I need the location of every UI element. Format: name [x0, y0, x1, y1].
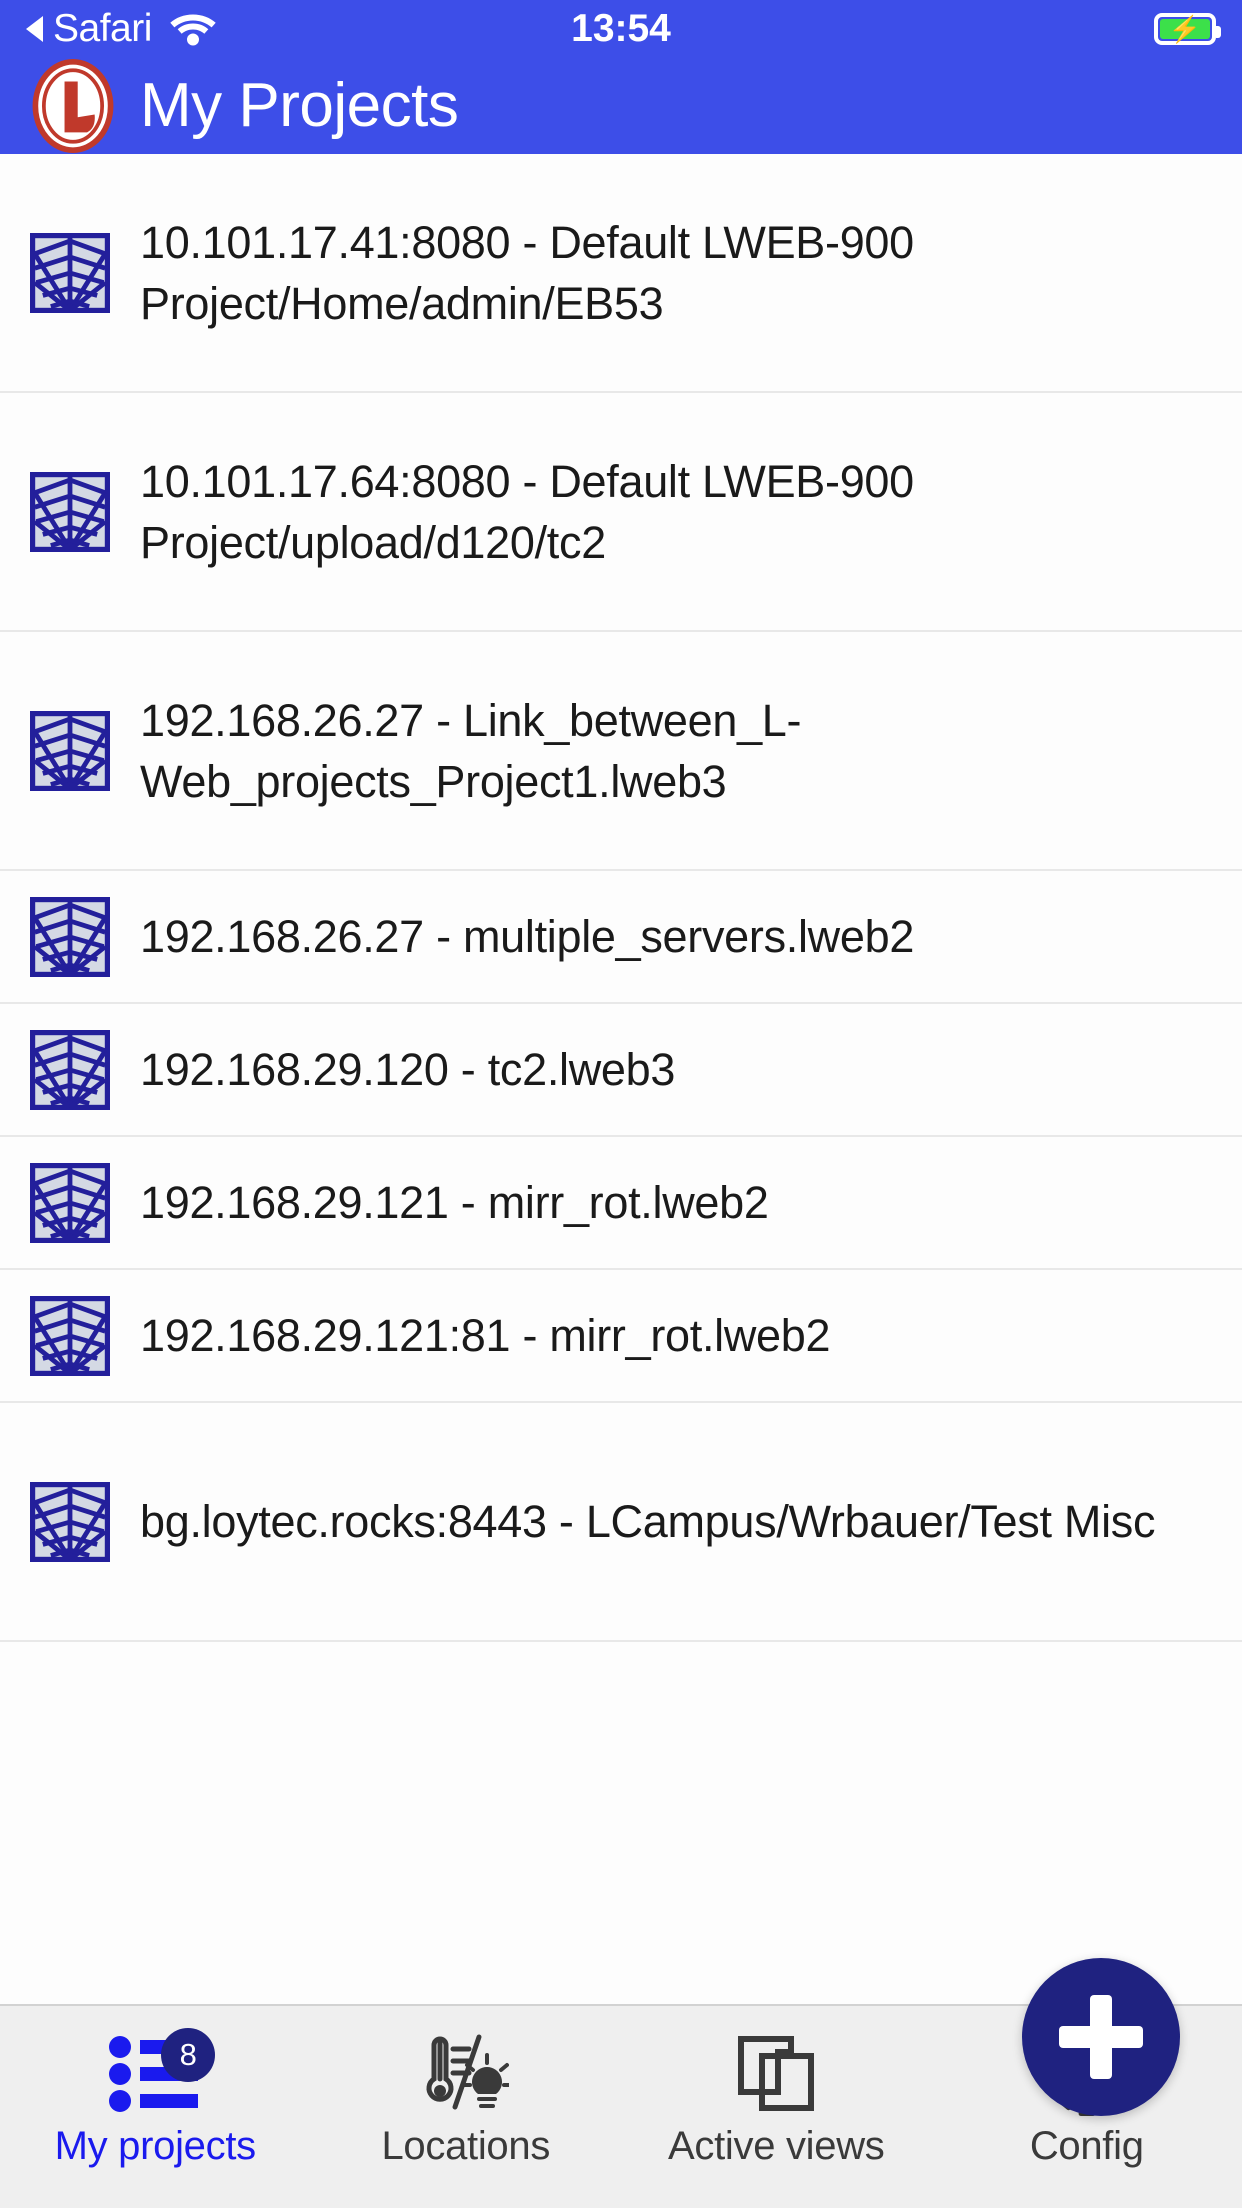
copy-windows-icon	[734, 2032, 818, 2116]
spider-web-project-icon	[30, 472, 110, 552]
list-item[interactable]: bg.loytec.rocks:8443 - LCampus/Wrbauer/T…	[0, 1403, 1242, 1642]
status-bar-back-label: Safari	[53, 7, 152, 50]
list-item[interactable]: 192.168.29.121:81 - mirr_rot.lweb2	[0, 1270, 1242, 1403]
spider-web-project-icon	[30, 1163, 110, 1243]
spider-web-project-icon	[30, 1030, 110, 1110]
list-item-label: 192.168.29.120 - tc2.lweb3	[140, 1044, 676, 1095]
tab-active-views[interactable]: Active views	[621, 2032, 932, 2166]
app-root: Safari 13:54 ⚡ My Projects 10.101.17.41:…	[0, 0, 1242, 2208]
tab-label: Locations	[381, 2124, 551, 2168]
spider-web-project-icon	[30, 711, 110, 791]
projects-list[interactable]: 10.101.17.41:8080 - Default LWEB-900 Pro…	[0, 154, 1242, 2004]
status-bar: Safari 13:54 ⚡	[0, 0, 1242, 58]
spider-web-project-icon	[30, 1482, 110, 1562]
list-item-label: 10.101.17.64:8080 - Default LWEB-900 Pro…	[140, 455, 914, 568]
list-item-label: 192.168.29.121:81 - mirr_rot.lweb2	[140, 1310, 831, 1361]
back-triangle-icon	[26, 16, 43, 42]
list-item-label: 192.168.29.121 - mirr_rot.lweb2	[140, 1177, 769, 1228]
list-item-label: 192.168.26.27 - multiple_servers.lweb2	[140, 911, 915, 962]
list-item[interactable]: 10.101.17.41:8080 - Default LWEB-900 Pro…	[0, 154, 1242, 393]
thermometer-lightbulb-icon	[423, 2032, 509, 2116]
status-badge: 8	[161, 2028, 216, 2082]
list-item-label: bg.loytec.rocks:8443 - LCampus/Wrbauer/T…	[140, 1496, 1156, 1547]
wifi-icon	[170, 12, 216, 46]
add-project-button[interactable]	[1022, 1958, 1180, 2116]
list-item[interactable]: 10.101.17.64:8080 - Default LWEB-900 Pro…	[0, 393, 1242, 632]
tab-label: Active views	[668, 2124, 885, 2168]
list-item-label: 10.101.17.41:8080 - Default LWEB-900 Pro…	[140, 216, 914, 329]
spider-web-project-icon	[30, 1296, 110, 1376]
list-item[interactable]: 192.168.26.27 - multiple_servers.lweb2	[0, 871, 1242, 1004]
plus-icon-vertical	[1090, 1995, 1112, 2079]
bulleted-list-icon: 8	[109, 2028, 216, 2116]
tab-my-projects[interactable]: 8 My projects	[0, 2028, 311, 2168]
nav-bar: My Projects	[0, 58, 1242, 154]
list-item[interactable]: 192.168.29.121 - mirr_rot.lweb2	[0, 1137, 1242, 1270]
list-item[interactable]: 192.168.26.27 - Link_between_L-Web_proje…	[0, 632, 1242, 871]
list-item[interactable]: 192.168.29.120 - tc2.lweb3	[0, 1004, 1242, 1137]
page-title: My Projects	[140, 71, 459, 140]
tab-label: My projects	[54, 2124, 257, 2168]
status-bar-right: ⚡	[1154, 13, 1221, 45]
spider-web-project-icon	[30, 897, 110, 977]
battery-charging-icon: ⚡	[1154, 13, 1221, 45]
tab-locations[interactable]: Locations	[311, 2032, 622, 2166]
tab-label: Config	[1029, 2124, 1144, 2168]
list-item-label: 192.168.26.27 - Link_between_L-Web_proje…	[140, 694, 802, 807]
loytec-l-logo-icon	[26, 59, 120, 153]
status-bar-back-to-app[interactable]: Safari	[26, 7, 216, 51]
spider-web-project-icon	[30, 233, 110, 313]
